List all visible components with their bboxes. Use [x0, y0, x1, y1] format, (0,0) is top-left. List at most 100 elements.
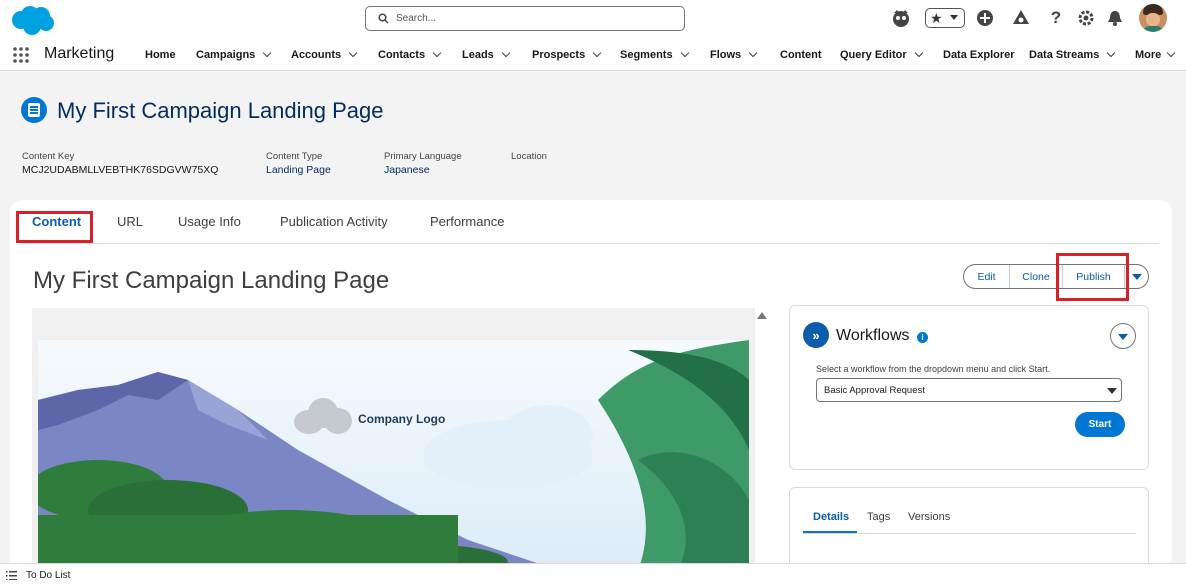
- start-button[interactable]: Start: [1075, 412, 1125, 437]
- start-button-label: Start: [1088, 419, 1112, 430]
- search-icon: [378, 13, 389, 27]
- utility-bar: To Do List: [0, 563, 1186, 584]
- todo-list-label: To Do List: [26, 569, 71, 581]
- details-panel: Details Tags Versions: [789, 487, 1149, 570]
- settings-gear-icon[interactable]: [1076, 8, 1096, 28]
- chevron-down-icon[interactable]: [432, 48, 442, 57]
- workflow-instruction: Select a workflow from the dropdown menu…: [816, 364, 1051, 374]
- workflow-select-value: Basic Approval Request: [824, 385, 925, 396]
- company-logo-cloud-icon: [294, 398, 352, 436]
- field-label-content-key: Content Key: [22, 151, 75, 162]
- global-search-input[interactable]: Search...: [365, 6, 685, 31]
- todo-list-item[interactable]: To Do List: [6, 568, 70, 582]
- salesforce-logo[interactable]: [8, 4, 56, 36]
- tab-usage-info[interactable]: Usage Info: [178, 214, 241, 229]
- nav-item-more[interactable]: More: [1135, 38, 1176, 71]
- nav-item-label: Query Editor: [840, 48, 907, 61]
- nav-item-leads[interactable]: Leads: [462, 38, 511, 71]
- trailhead-icon[interactable]: [1011, 8, 1031, 28]
- tab-label: Details: [813, 511, 850, 523]
- nav-item-label: Leads: [462, 48, 494, 61]
- nav-item-campaigns[interactable]: Campaigns: [196, 38, 272, 71]
- field-label-location: Location: [511, 151, 547, 162]
- tab-publication-activity[interactable]: Publication Activity: [280, 214, 388, 229]
- record-body-card: Content URL Usage Info Publication Activ…: [10, 200, 1172, 570]
- chevron-down-icon[interactable]: [914, 48, 923, 57]
- nav-item-label: Segments: [620, 48, 673, 61]
- field-value-primary-language[interactable]: Japanese: [384, 164, 430, 176]
- tab-label: Performance: [430, 214, 505, 229]
- edit-button[interactable]: Edit: [964, 265, 1010, 288]
- nav-item-query-editor[interactable]: Query Editor: [840, 38, 923, 71]
- workflow-select[interactable]: Basic Approval Request: [816, 378, 1122, 402]
- nav-item-flows[interactable]: Flows: [710, 38, 758, 71]
- details-tab-versions[interactable]: Versions: [908, 511, 950, 523]
- favorites-button[interactable]: ★: [925, 8, 965, 28]
- preview-scroll-up-icon[interactable]: [757, 312, 767, 319]
- workflow-icon: »: [803, 322, 829, 348]
- record-title: My First Campaign Landing Page: [57, 98, 384, 123]
- nav-item-data-explorer[interactable]: Data Explorer: [943, 38, 1015, 71]
- field-label-primary-language: Primary Language: [384, 151, 462, 162]
- user-avatar[interactable]: [1139, 4, 1167, 32]
- app-name: Marketing: [44, 45, 115, 62]
- field-value-content-type[interactable]: Landing Page: [266, 164, 331, 176]
- nav-item-prospects[interactable]: Prospects: [532, 38, 602, 71]
- preview-hero-image: Company Logo: [38, 340, 749, 570]
- nav-item-label: Accounts: [291, 48, 342, 61]
- caret-down-icon: [1131, 273, 1142, 280]
- chevron-down-icon[interactable]: [263, 48, 272, 57]
- info-icon[interactable]: i: [917, 332, 928, 343]
- add-icon[interactable]: [975, 8, 995, 28]
- tab-performance[interactable]: Performance: [430, 214, 504, 229]
- nav-item-label: More: [1135, 48, 1162, 61]
- nav-item-contacts[interactable]: Contacts: [378, 38, 442, 71]
- nav-item-data-streams[interactable]: Data Streams: [1029, 38, 1116, 71]
- content-heading: My First Campaign Landing Page: [33, 267, 390, 294]
- chevron-down-icon[interactable]: [592, 48, 602, 57]
- global-header: Search... ★ ?: [0, 0, 1186, 38]
- agent-icon[interactable]: [891, 8, 911, 28]
- highlight-box-content-tab: [16, 211, 93, 243]
- edit-button-label: Edit: [977, 270, 996, 283]
- chevron-down-icon[interactable]: [680, 48, 689, 57]
- highlight-box-publish: [1056, 253, 1129, 301]
- nav-item-segments[interactable]: Segments: [620, 38, 689, 71]
- tab-label: Versions: [908, 511, 951, 523]
- details-tab-details[interactable]: Details: [813, 511, 849, 523]
- nav-item-home[interactable]: Home: [145, 38, 176, 71]
- nav-item-label: Contacts: [378, 48, 426, 61]
- search-placeholder: Search...: [396, 13, 437, 24]
- nav-item-label: Prospects: [532, 48, 586, 61]
- tab-url[interactable]: URL: [117, 214, 143, 229]
- nav-item-content[interactable]: Content: [780, 38, 822, 71]
- details-tab-divider: [803, 533, 1136, 534]
- field-label-content-type: Content Type: [266, 151, 323, 162]
- chevron-down-icon[interactable]: [501, 48, 511, 57]
- chevron-down-icon[interactable]: [1167, 48, 1176, 57]
- workflows-panel: » Workflows i Select a workflow from the…: [789, 305, 1149, 470]
- app-navigation: Marketing Home Campaigns Accounts Contac…: [0, 38, 1186, 71]
- star-icon: ★: [930, 10, 943, 26]
- caret-down-icon: [1107, 388, 1117, 394]
- nav-item-label: Content: [780, 48, 822, 61]
- help-icon[interactable]: ?: [1046, 8, 1066, 28]
- chevron-down-icon[interactable]: [748, 48, 758, 57]
- chevron-down-icon[interactable]: [348, 48, 358, 57]
- tab-label: URL: [117, 214, 144, 229]
- nav-item-label: Data Explorer: [943, 48, 1015, 61]
- caret-down-icon: [1118, 334, 1128, 340]
- chevron-down-icon: [950, 15, 958, 20]
- tab-label: Usage Info: [178, 214, 241, 229]
- field-value-content-key: MCJ2UDABMLLVEBTHK76SDGVW75XQ: [22, 164, 219, 176]
- content-preview: Company Logo: [32, 308, 755, 570]
- nav-item-label: Data Streams: [1029, 48, 1100, 61]
- tab-label: Tags: [867, 511, 891, 523]
- notifications-bell-icon[interactable]: [1105, 8, 1125, 28]
- nav-item-accounts[interactable]: Accounts: [291, 38, 358, 71]
- nav-item-label: Campaigns: [196, 48, 256, 61]
- details-tab-tags[interactable]: Tags: [867, 511, 890, 523]
- workflows-collapse-button[interactable]: [1110, 323, 1136, 349]
- app-launcher-icon[interactable]: [12, 46, 30, 64]
- chevron-down-icon[interactable]: [1107, 48, 1116, 57]
